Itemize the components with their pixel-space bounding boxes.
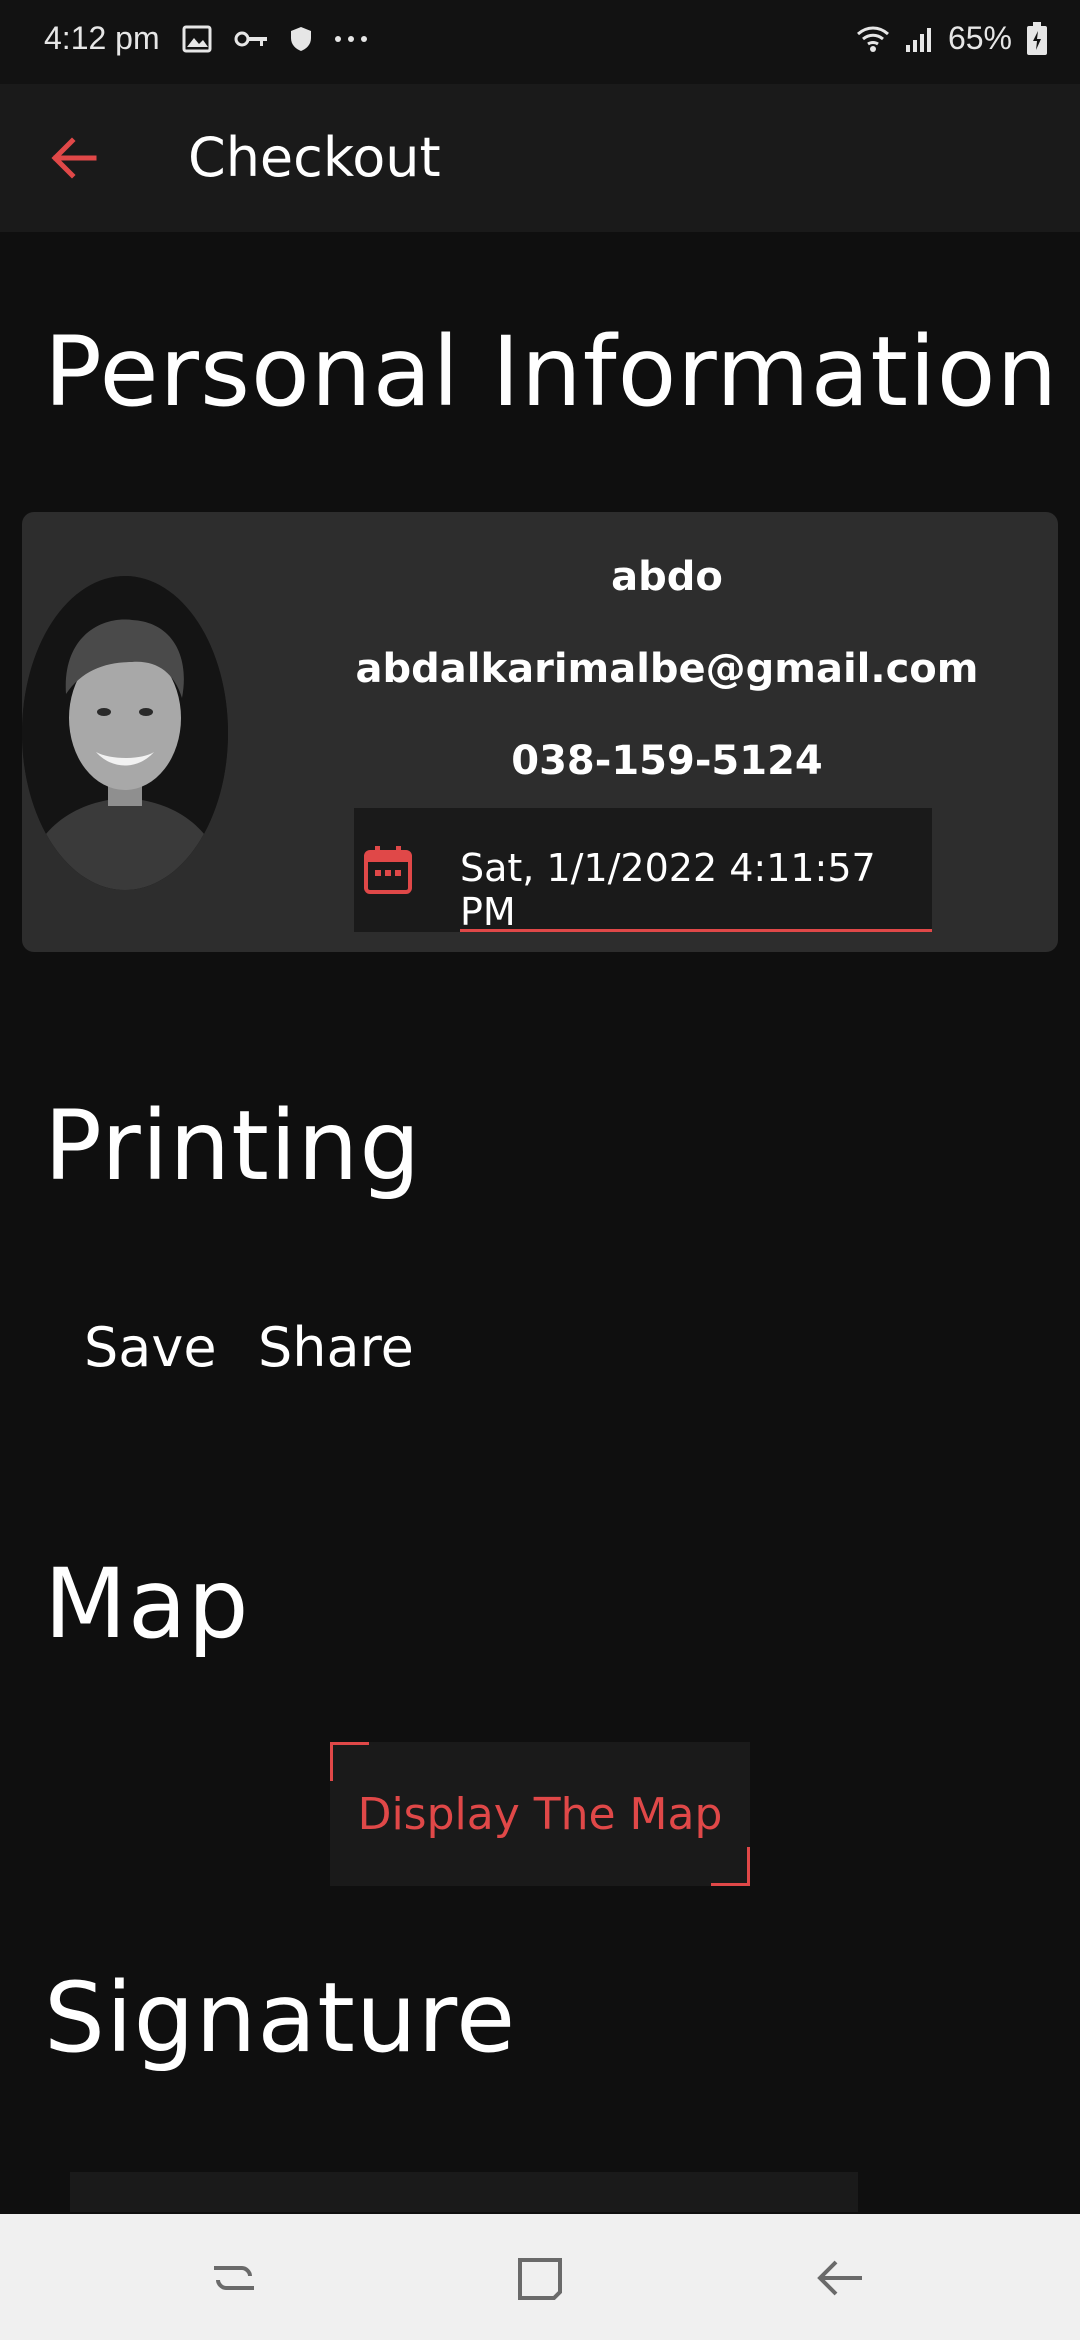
button-corner-bottom-right (711, 1847, 750, 1886)
personal-info-card: abdo abdalkarimalbe@gmail.com 038-159-51… (22, 512, 1058, 952)
user-email: abdalkarimalbe@gmail.com (355, 646, 979, 692)
back-icon[interactable] (812, 2250, 868, 2306)
arrow-left-icon[interactable] (46, 130, 102, 186)
battery-icon (1026, 21, 1048, 56)
avatar (22, 576, 228, 890)
shield-icon (290, 26, 312, 52)
date-field-underline (460, 929, 932, 932)
section-title-map: Map (44, 1548, 250, 1660)
recent-apps-icon[interactable] (206, 2250, 262, 2306)
status-bar: 4:12 pm 65% (0, 0, 1080, 84)
status-right: 65% (856, 20, 1048, 57)
signature-pad[interactable] (70, 2172, 858, 2212)
button-corner-top-left (330, 1742, 369, 1781)
more-dots-icon (334, 35, 368, 43)
status-time: 4:12 pm (44, 20, 160, 56)
save-button[interactable]: Save (84, 1316, 217, 1379)
image-icon (182, 25, 212, 53)
app-bar: Checkout (0, 84, 1080, 232)
user-name: abdo (611, 554, 723, 600)
key-icon (234, 29, 268, 49)
date-time-value: Sat, 1/1/2022 4:11:57 PM (460, 846, 876, 934)
user-phone: 038-159-5124 (511, 738, 823, 784)
date-time-field[interactable]: Sat, 1/1/2022 4:11:57 PM (354, 808, 932, 934)
display-map-label: Display The Map (357, 1788, 723, 1840)
section-title-personal: Personal Information (44, 316, 1059, 428)
share-button[interactable]: Share (258, 1316, 414, 1379)
signal-icon (904, 25, 934, 53)
display-map-button[interactable]: Display The Map (330, 1742, 750, 1886)
section-title-signature: Signature (44, 1962, 517, 2074)
home-icon[interactable] (512, 2250, 568, 2306)
system-nav-bar (0, 2214, 1080, 2340)
section-title-printing: Printing (44, 1090, 422, 1202)
wifi-icon (856, 25, 890, 53)
calendar-icon[interactable] (362, 844, 414, 896)
status-left: 4:12 pm (44, 20, 368, 57)
battery-percent: 65% (947, 20, 1012, 56)
page-title: Checkout (188, 126, 441, 189)
